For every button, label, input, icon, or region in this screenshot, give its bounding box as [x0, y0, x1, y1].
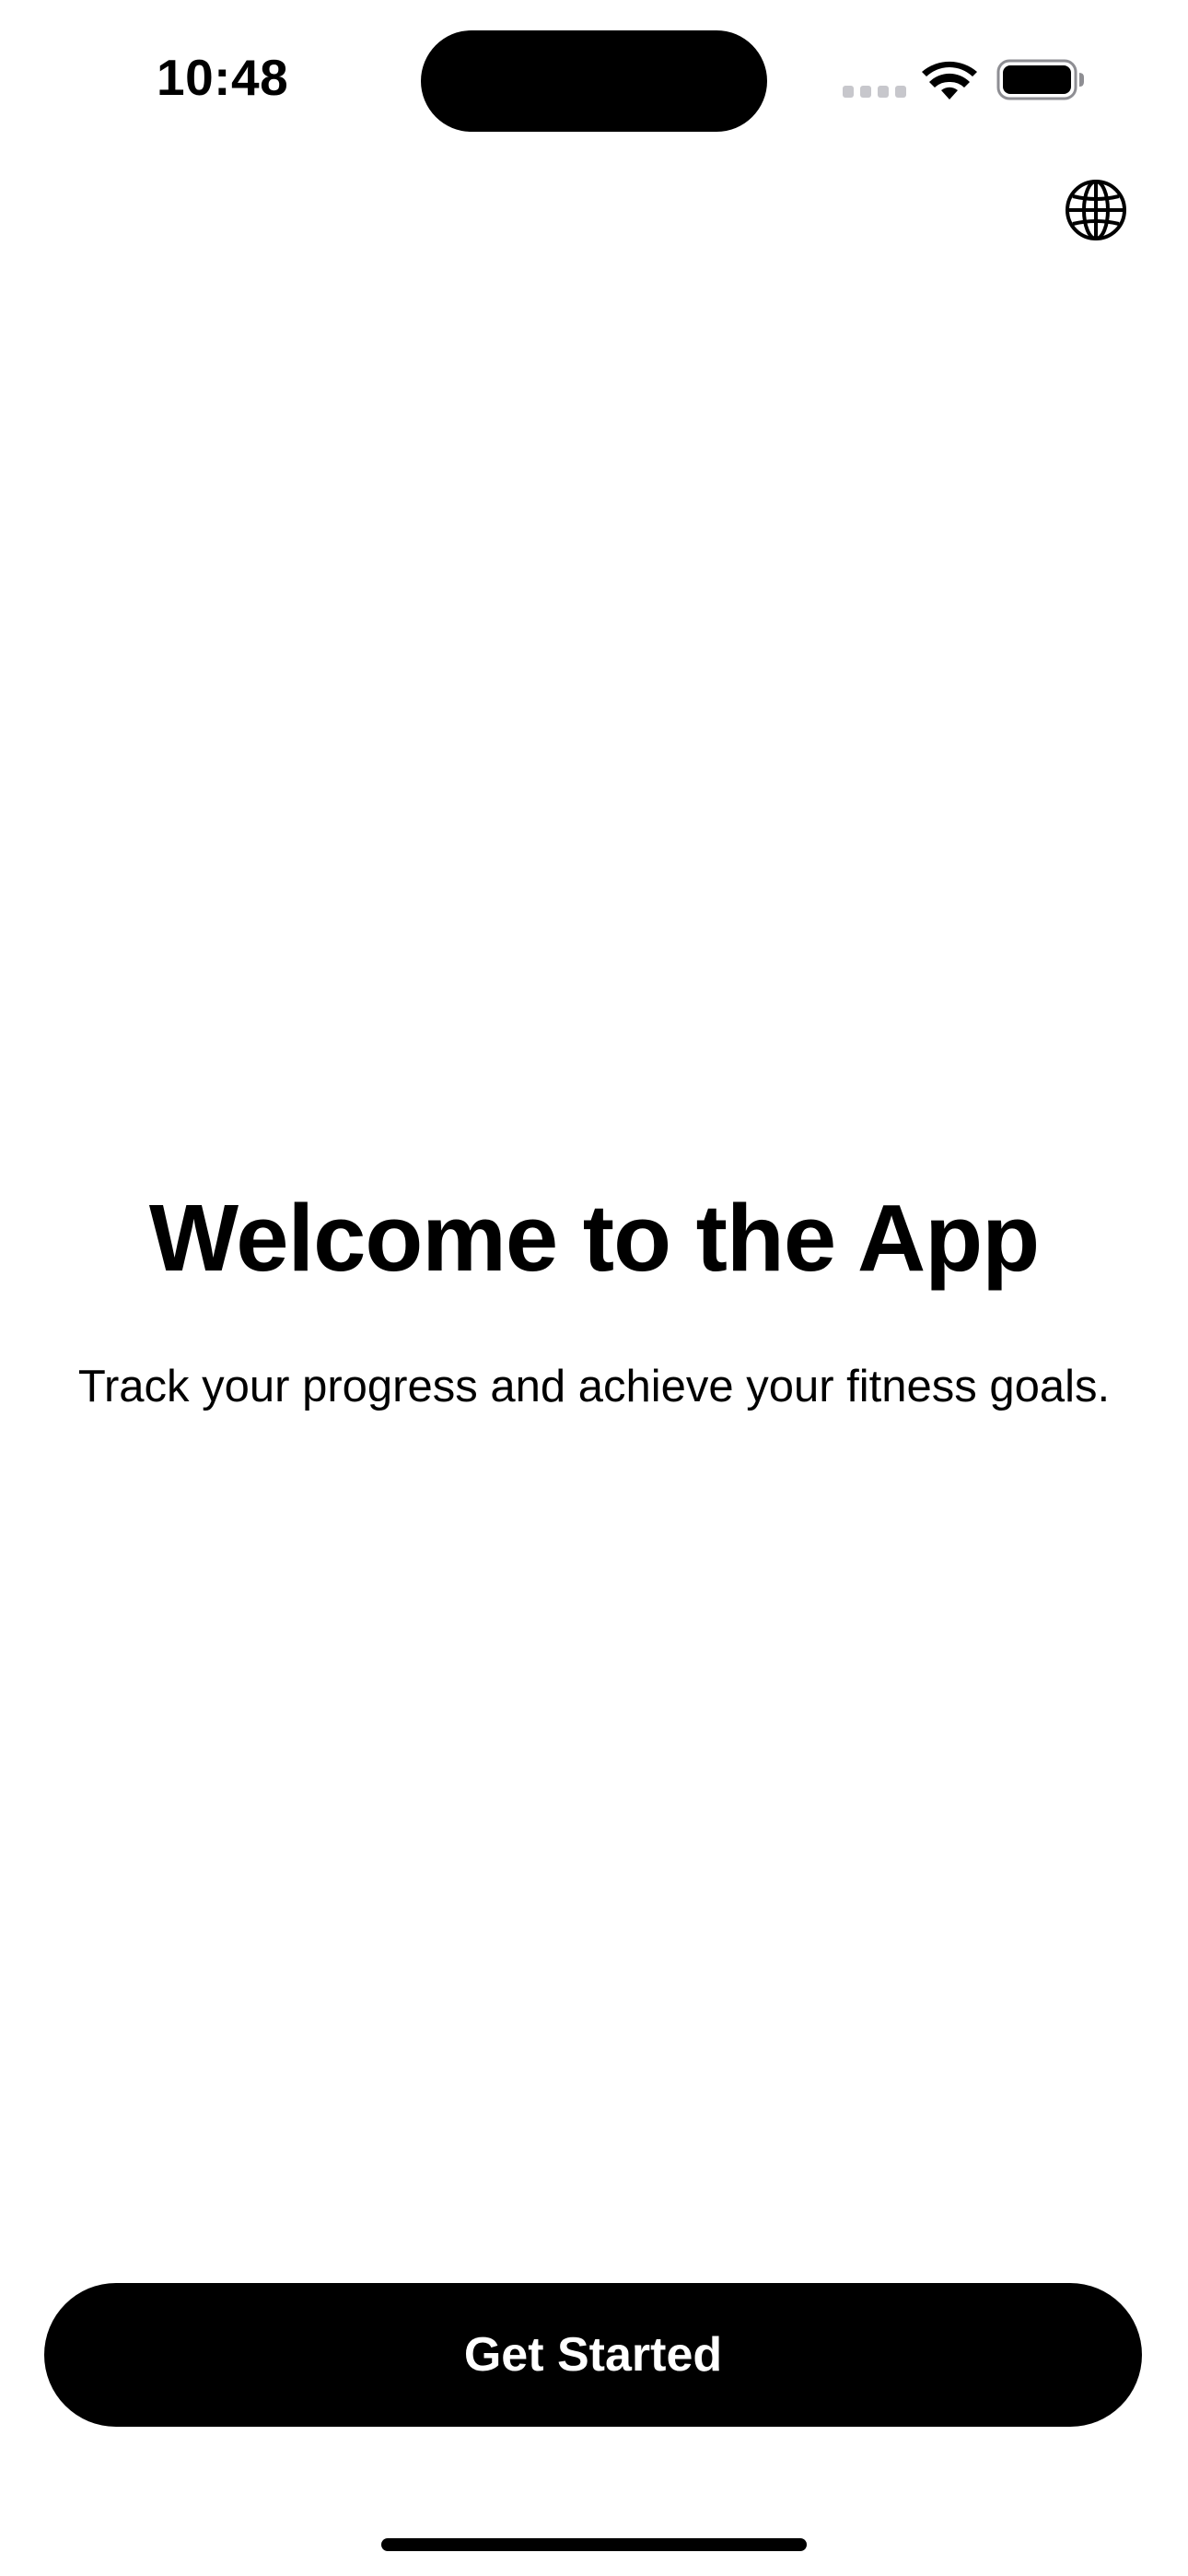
status-bar: 10:48	[0, 0, 1188, 138]
get-started-label: Get Started	[463, 2328, 723, 2382]
cellular-signal-icon	[843, 86, 907, 99]
dynamic-island	[421, 30, 767, 132]
welcome-subtitle: Track your progress and achieve your fit…	[77, 1362, 1111, 1411]
battery-icon	[996, 59, 1084, 100]
get-started-button[interactable]: Get Started	[44, 2283, 1142, 2427]
language-button[interactable]	[1061, 175, 1131, 245]
home-indicator[interactable]	[381, 2538, 807, 2551]
globe-icon	[1066, 180, 1126, 240]
welcome-title: Welcome to the App	[148, 1185, 1040, 1291]
wifi-icon	[922, 61, 977, 100]
status-time: 10:48	[157, 49, 289, 106]
